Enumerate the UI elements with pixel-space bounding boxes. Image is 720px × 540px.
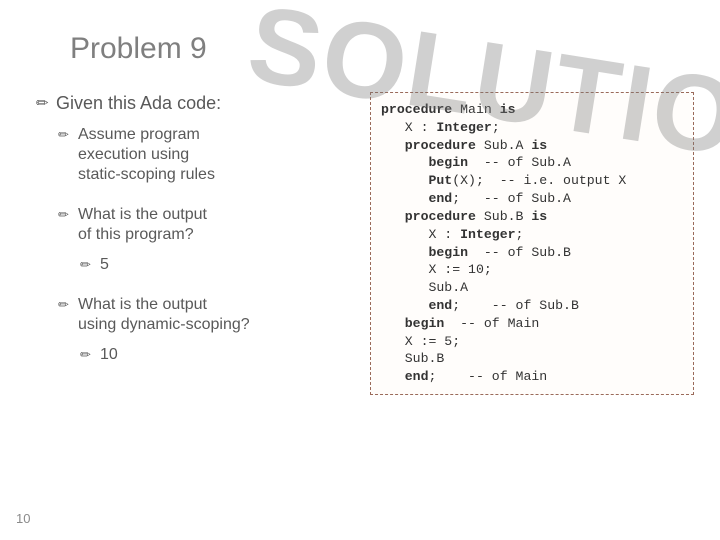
kw-end: end (381, 298, 452, 313)
spacer (36, 285, 346, 295)
left-column: ✏ Given this Ada code: ✏ Assume program … (36, 92, 346, 395)
code-text: X := 5; (381, 334, 460, 349)
code-text: Sub.B (476, 209, 531, 224)
code-text: ; -- of Sub.A (452, 191, 571, 206)
code-text: Sub.B (381, 351, 444, 366)
code-text: (X); -- i.e. output X (452, 173, 626, 188)
code-text: Sub.A (381, 280, 468, 295)
code-text: Sub.A (476, 138, 531, 153)
q2-lead: What (78, 296, 115, 313)
kw-end: end (381, 369, 428, 384)
q2-rest: is the output (115, 296, 207, 313)
code-box: procedure Main is X : Integer; procedure… (370, 92, 694, 395)
q1-answer: 5 (100, 256, 109, 273)
code-text: ; -- of Sub.B (452, 298, 579, 313)
code-text: X : (381, 120, 436, 135)
q2-answer-bullet: ✏ 10 (80, 345, 346, 365)
kw-put: Put (381, 173, 452, 188)
assume-lead: Assume (78, 126, 136, 143)
heading-bullet: ✏ Given this Ada code: (36, 92, 346, 115)
q1-answer-bullet: ✏ 5 (80, 255, 346, 275)
assume-cont1: execution using (78, 145, 346, 165)
spacer (36, 195, 346, 205)
bullet-icon: ✏ (58, 207, 69, 223)
bullet-icon: ✏ (36, 95, 49, 114)
code-comment: -- of Sub.A (468, 155, 571, 170)
code-text: ; -- of Main (428, 369, 547, 384)
q1-cont1: of this program? (78, 225, 346, 245)
kw-is: is (531, 138, 547, 153)
page-number: 10 (16, 511, 30, 526)
kw-integer: Integer (436, 120, 491, 135)
kw-begin: begin (381, 155, 468, 170)
q2-answer: 10 (100, 346, 118, 363)
kw-integer: Integer (460, 227, 515, 242)
q1-lead: What (78, 206, 115, 223)
code-text: ; (492, 120, 500, 135)
q2-bullet: ✏ What is the output using dynamic-scopi… (58, 295, 346, 335)
q1-bullet: ✏ What is the output of this program? (58, 205, 346, 245)
kw-begin: begin (381, 316, 444, 331)
slide: SOLUTIONS Problem 9 ✏ Given this Ada cod… (0, 0, 720, 540)
assume-cont2: static-scoping rules (78, 165, 346, 185)
code-text: X : (381, 227, 460, 242)
kw-procedure: procedure (381, 138, 476, 153)
right-column: procedure Main is X : Integer; procedure… (370, 92, 694, 395)
bullet-icon: ✏ (58, 297, 69, 313)
kw-end: end (381, 191, 452, 206)
assume-bullet: ✏ Assume program execution using static-… (58, 125, 346, 185)
kw-is: is (531, 209, 547, 224)
kw-begin: begin (381, 245, 468, 260)
bullet-icon: ✏ (80, 347, 91, 363)
heading-text: Given this Ada code: (56, 93, 221, 113)
code-text: ; (516, 227, 524, 242)
kw-procedure: procedure (381, 102, 452, 117)
kw-is: is (500, 102, 516, 117)
code-comment: -- of Main (444, 316, 539, 331)
kw-procedure: procedure (381, 209, 476, 224)
bullet-icon: ✏ (80, 257, 91, 273)
code-text: Main (452, 102, 499, 117)
slide-title: Problem 9 (70, 32, 694, 66)
bullet-icon: ✏ (58, 127, 69, 143)
code-text: X := 10; (381, 262, 492, 277)
content-columns: ✏ Given this Ada code: ✏ Assume program … (36, 92, 694, 395)
q2-cont1: using dynamic-scoping? (78, 315, 346, 335)
assume-rest: program (136, 126, 200, 143)
code-comment: -- of Sub.B (468, 245, 571, 260)
q1-rest: is the output (115, 206, 207, 223)
